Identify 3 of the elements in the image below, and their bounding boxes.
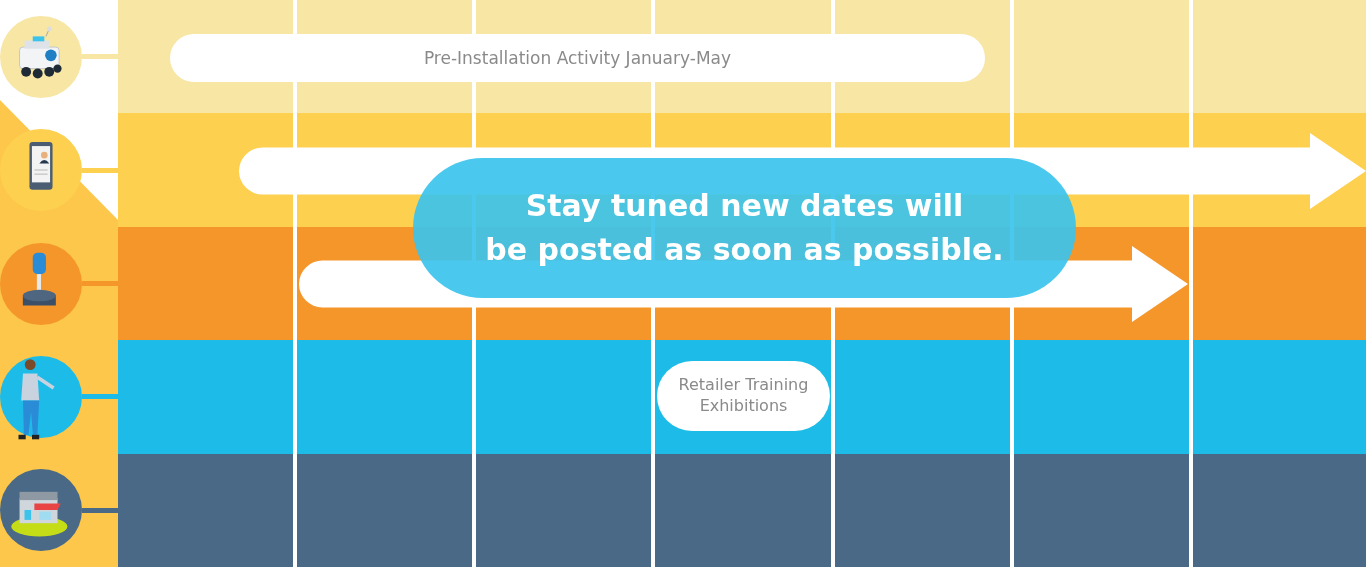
timeline-bar: Retailer Training Exhibitions [657, 361, 830, 432]
notice-banner: Stay tuned new dates will be posted as soon as possible. [413, 158, 1076, 298]
timeline-bar: Pre-Installation Activity January-May [170, 34, 985, 82]
